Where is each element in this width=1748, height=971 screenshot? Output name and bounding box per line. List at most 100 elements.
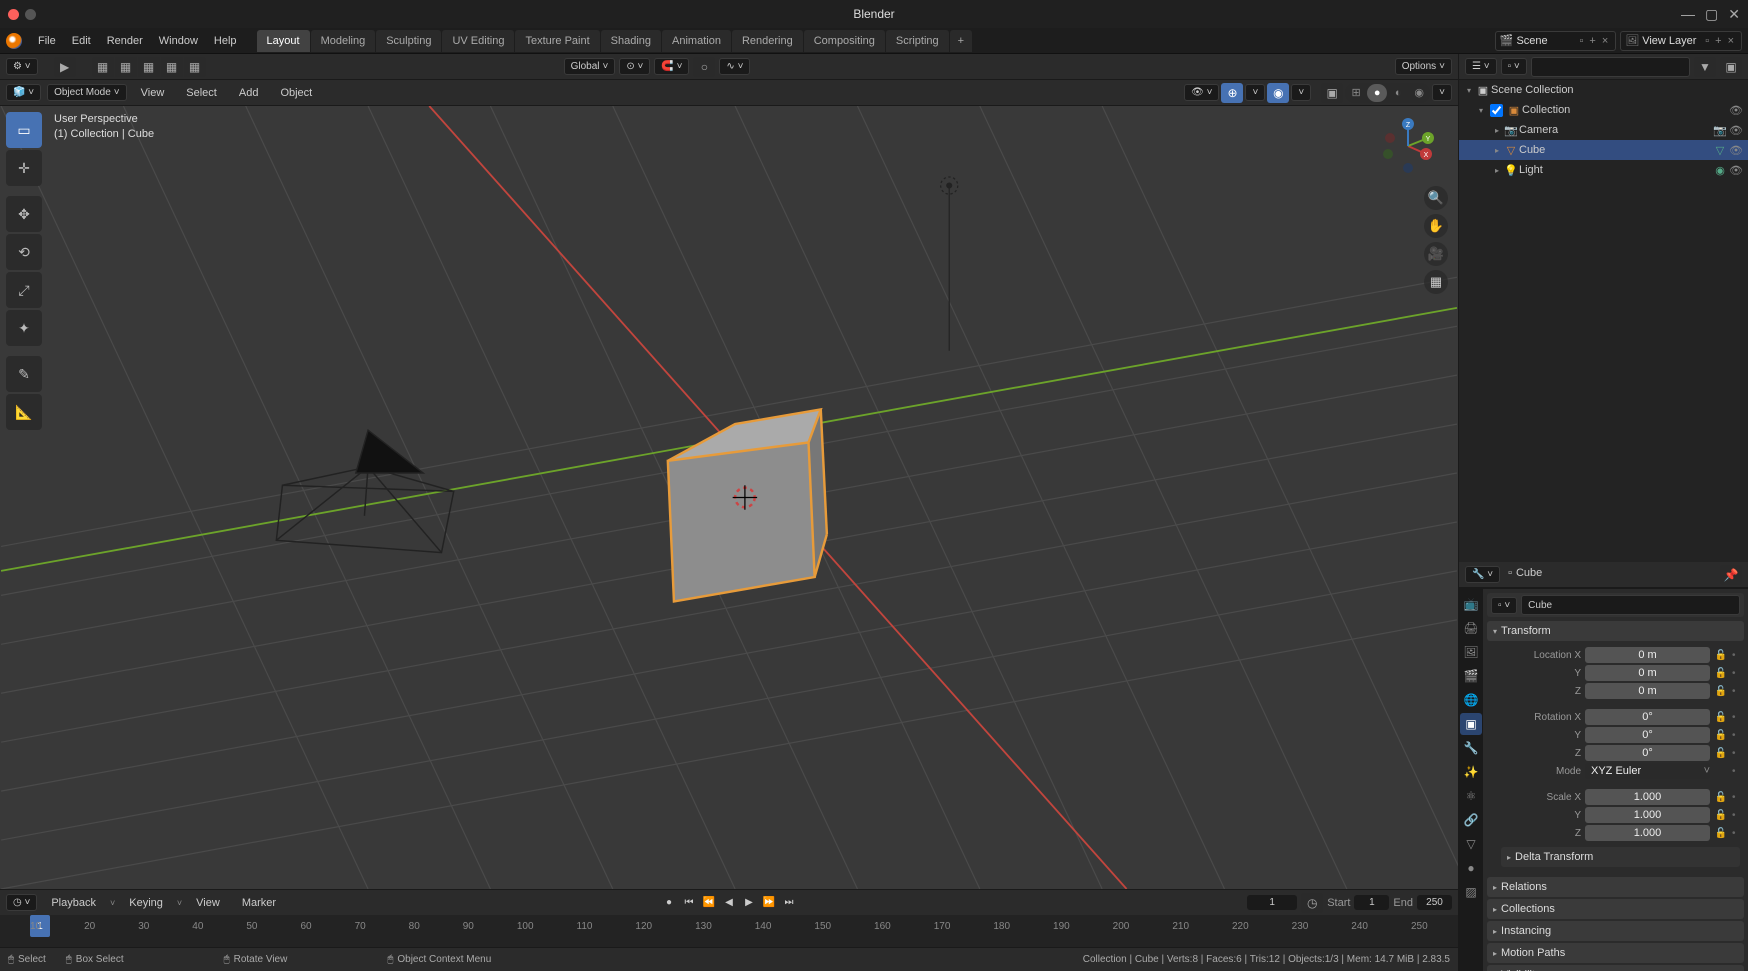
maximize-icon[interactable]: ▢	[1705, 6, 1718, 23]
menu-render[interactable]: Render	[99, 31, 151, 51]
props-tab-material[interactable]: ●	[1460, 857, 1482, 879]
tab-scripting[interactable]: Scripting	[886, 30, 949, 52]
props-tab-object[interactable]: ▣	[1460, 713, 1482, 735]
timeline-menu-keying[interactable]: Keying	[121, 893, 171, 913]
outliner-item-cube[interactable]: ▸▽Cube▽ 👁	[1459, 140, 1748, 160]
field-scale-z[interactable]: 1.000	[1585, 825, 1710, 841]
current-frame-field[interactable]: 1	[1247, 895, 1297, 910]
timeline-menu-playback[interactable]: Playback	[43, 893, 104, 913]
props-tab-scene[interactable]: 🎬	[1460, 665, 1482, 687]
viewlayer-delete-icon[interactable]: ×	[1725, 35, 1737, 47]
props-tab-constraints[interactable]: 🔗	[1460, 809, 1482, 831]
transform-orientation-dropdown[interactable]: Global ˅	[564, 58, 616, 75]
outliner-display-mode[interactable]: ▫ ˅	[1501, 58, 1527, 75]
keyframe-next-icon[interactable]: ⏩	[760, 894, 778, 912]
outliner-new-collection-icon[interactable]: ▣	[1720, 57, 1742, 77]
tab-rendering[interactable]: Rendering	[732, 30, 803, 52]
editor-type-dropdown[interactable]: 🧊 ˅	[6, 84, 41, 101]
tab-compositing[interactable]: Compositing	[804, 30, 885, 52]
viewlayer-selector[interactable]: 🖼 View Layer ▫ + ×	[1620, 31, 1742, 51]
field-rot-z[interactable]: 0°	[1585, 745, 1710, 761]
panel-relations[interactable]: ▸Relations	[1487, 877, 1744, 897]
outliner-collection[interactable]: ▾▣Collection 👁	[1459, 100, 1748, 120]
object-name-field[interactable]	[1521, 595, 1740, 615]
zoom-icon[interactable]: 🔍	[1424, 186, 1448, 210]
lock-icon[interactable]: 🔓	[1714, 712, 1728, 723]
eye-icon[interactable]: 👁	[1728, 124, 1744, 137]
eye-icon[interactable]: 👁	[1728, 164, 1744, 177]
minimize-icon[interactable]: —	[1681, 6, 1695, 23]
timeclock-icon[interactable]: ◷	[1301, 893, 1323, 913]
menu-window[interactable]: Window	[151, 31, 206, 51]
options-dropdown[interactable]: Options ˅	[1395, 58, 1452, 75]
autokey-icon[interactable]: ●	[660, 894, 678, 912]
gizmo-toggle-icon[interactable]: ⊕	[1221, 83, 1243, 103]
tool-settings-dropdown[interactable]: ⚙ ˅	[6, 58, 38, 75]
lock-icon[interactable]: 🔓	[1714, 730, 1728, 741]
object-data-dropdown[interactable]: ▫ ˅	[1491, 597, 1517, 614]
visibility-dropdown[interactable]: 👁 ˅	[1184, 84, 1219, 101]
jump-start-icon[interactable]: ⏮	[680, 894, 698, 912]
lock-icon[interactable]: 🔓	[1714, 810, 1728, 821]
tool-scale[interactable]: ⤢	[6, 272, 42, 308]
tool-measure[interactable]: 📐	[6, 394, 42, 430]
scene-browse-icon[interactable]: ▫	[1576, 35, 1586, 47]
menu-edit[interactable]: Edit	[64, 31, 99, 51]
perspective-toggle-icon[interactable]: ▦	[1424, 270, 1448, 294]
shading-options-dropdown[interactable]: ˅	[1432, 84, 1452, 101]
tab-uv-editing[interactable]: UV Editing	[442, 30, 514, 52]
gizmo-dropdown[interactable]: ˅	[1245, 84, 1265, 101]
timeline-scrollbar[interactable]	[0, 937, 1458, 947]
field-loc-z[interactable]: 0 m	[1585, 683, 1710, 699]
props-tab-modifiers[interactable]: 🔧	[1460, 737, 1482, 759]
props-tab-output[interactable]: 🖨	[1460, 617, 1482, 639]
tab-sculpting[interactable]: Sculpting	[376, 30, 441, 52]
tool-annotate[interactable]: ✎	[6, 356, 42, 392]
outliner-item-camera[interactable]: ▸📷Camera📷 👁	[1459, 120, 1748, 140]
timeline-ruler[interactable]: 1 10203040506070809010011012013014015016…	[0, 915, 1458, 937]
end-frame-field[interactable]: 250	[1417, 895, 1452, 910]
snap-icon-1[interactable]: ▦	[92, 57, 114, 77]
shading-solid-icon[interactable]: ●	[1367, 84, 1387, 102]
snap-icon-3[interactable]: ▦	[138, 57, 160, 77]
tool-transform[interactable]: ✦	[6, 310, 42, 346]
properties-pin-icon[interactable]: 📌	[1720, 565, 1742, 585]
timeline-menu-view[interactable]: View	[188, 893, 228, 913]
overlays-dropdown[interactable]: ˅	[1291, 84, 1311, 101]
vp-menu-add[interactable]: Add	[231, 83, 267, 103]
proportional-edit-icon[interactable]: ○	[693, 57, 715, 77]
tab-animation[interactable]: Animation	[662, 30, 731, 52]
lock-icon[interactable]: 🔓	[1714, 650, 1728, 661]
menu-file[interactable]: File	[30, 31, 64, 51]
overlays-toggle-icon[interactable]: ◉	[1267, 83, 1289, 103]
eye-icon[interactable]: 👁	[1728, 104, 1744, 117]
shading-wireframe-icon[interactable]: ⊞	[1346, 84, 1366, 102]
shading-lookdev-icon[interactable]: ◐	[1388, 84, 1408, 102]
lock-icon[interactable]: 🔓	[1714, 828, 1728, 839]
tab-shading[interactable]: Shading	[601, 30, 661, 52]
close-icon[interactable]: ✕	[1728, 6, 1740, 23]
snap-icon-5[interactable]: ▦	[184, 57, 206, 77]
mode-dropdown[interactable]: Object Mode ˅	[47, 84, 127, 101]
properties-editor-type[interactable]: 🔧 ˅	[1465, 566, 1500, 583]
props-tab-render[interactable]: 📺	[1460, 593, 1482, 615]
lock-icon[interactable]: 🔓	[1714, 748, 1728, 759]
vp-menu-view[interactable]: View	[133, 83, 173, 103]
camera-view-icon[interactable]: 🎥	[1424, 242, 1448, 266]
lock-icon[interactable]: 🔓	[1714, 792, 1728, 803]
viewport-3d[interactable]: User Perspective (1) Collection | Cube ▭…	[0, 106, 1458, 889]
outliner-search-input[interactable]	[1531, 57, 1690, 77]
panel-collections[interactable]: ▸Collections	[1487, 899, 1744, 919]
outliner-editor-type[interactable]: ☰ ˅	[1465, 58, 1497, 75]
panel-visibility[interactable]: ▸Visibility	[1487, 965, 1744, 971]
outliner-item-light[interactable]: ▸💡Light◉ 👁	[1459, 160, 1748, 180]
panel-instancing[interactable]: ▸Instancing	[1487, 921, 1744, 941]
field-rot-x[interactable]: 0°	[1585, 709, 1710, 725]
scene-selector[interactable]: 🎬 Scene ▫ + ×	[1495, 31, 1616, 51]
start-frame-field[interactable]: 1	[1354, 895, 1389, 910]
props-tab-particles[interactable]: ✨	[1460, 761, 1482, 783]
panel-transform-header[interactable]: ▾Transform	[1487, 621, 1744, 641]
close-dot[interactable]	[8, 9, 19, 20]
field-rot-y[interactable]: 0°	[1585, 727, 1710, 743]
play-reverse-icon[interactable]: ◀	[720, 894, 738, 912]
